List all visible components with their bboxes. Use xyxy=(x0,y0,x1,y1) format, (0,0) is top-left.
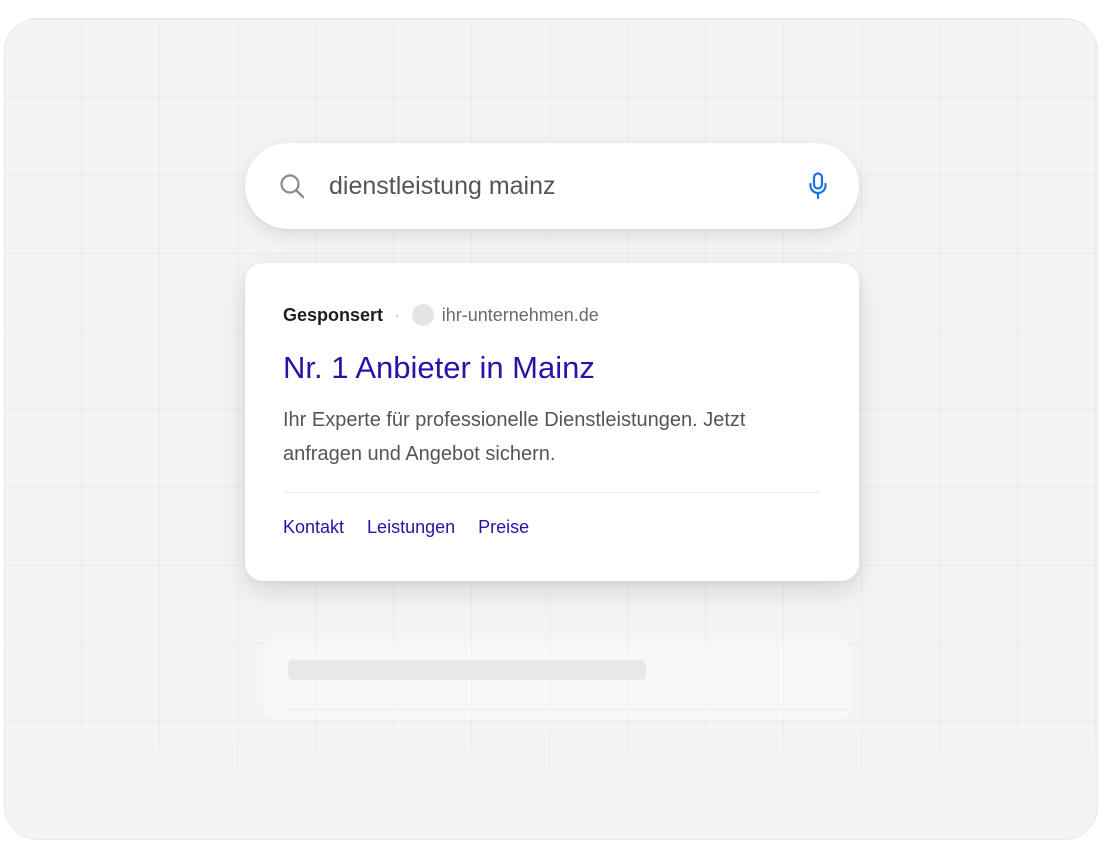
sitelinks: Kontakt Leistungen Preise xyxy=(283,517,552,538)
ad-description: Ihr Experte für professionelle Dienstlei… xyxy=(283,409,746,465)
ad-meta-row: Gesponsert · ihr-unternehmen.de xyxy=(283,304,599,326)
sponsored-label: Gesponsert xyxy=(283,304,384,325)
sitelink-leistungen[interactable]: Leistungen xyxy=(367,517,455,538)
sitelink-kontakt[interactable]: Kontakt xyxy=(283,517,344,538)
separator-dot: · xyxy=(395,307,400,323)
ad-domain[interactable]: ihr-unternehmen.de xyxy=(442,305,599,326)
search-icon[interactable] xyxy=(279,173,305,199)
mic-icon[interactable] xyxy=(807,171,829,201)
skeleton-title-bar xyxy=(288,660,646,680)
search-input[interactable]: dienstleistung mainz xyxy=(329,172,807,201)
favicon-icon xyxy=(411,304,434,326)
bottom-fade xyxy=(5,709,1097,839)
card-divider xyxy=(283,492,821,493)
ad-title-link[interactable]: Nr. 1 Anbieter in Mainz xyxy=(283,350,595,386)
search-bar[interactable]: dienstleistung mainz xyxy=(245,143,859,229)
sitelink-preise[interactable]: Preise xyxy=(478,517,529,538)
sponsored-result-card: Gesponsert · ihr-unternehmen.de Nr. 1 An… xyxy=(245,263,859,581)
